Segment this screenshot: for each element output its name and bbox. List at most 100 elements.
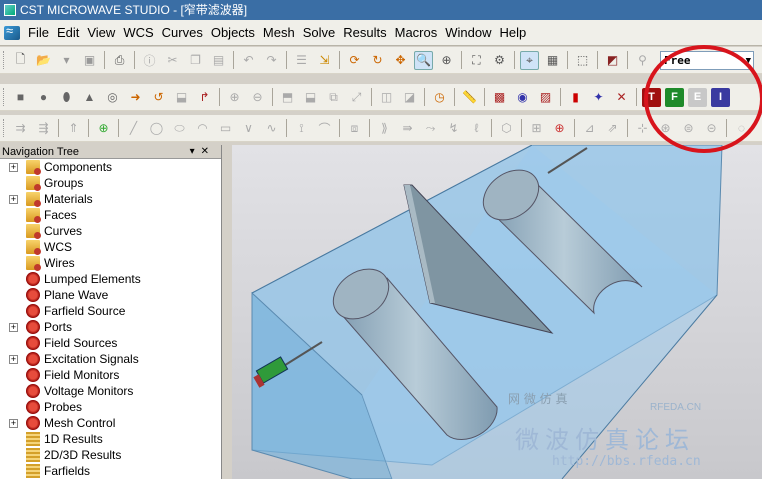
tree-item[interactable]: Groups — [0, 175, 221, 191]
mesh-props-icon[interactable]: ▨ — [536, 88, 555, 107]
boundary-icon[interactable]: ✕ — [612, 88, 631, 107]
ellipse-icon[interactable]: ⬭ — [170, 119, 189, 138]
tree-item[interactable]: Farfields — [0, 463, 221, 479]
app-menu-icon[interactable] — [4, 23, 20, 40]
add-material-icon[interactable]: ⊕ — [550, 119, 569, 138]
spin-icon[interactable]: ↻ — [368, 51, 387, 70]
tree-item[interactable]: Farfield Source — [0, 303, 221, 319]
tree-item[interactable]: 1D Results — [0, 431, 221, 447]
align-icon[interactable]: ⬓ — [301, 88, 320, 107]
disk-icon[interactable]: ▣ — [80, 51, 99, 70]
box-view-icon[interactable]: ⬚ — [573, 51, 592, 70]
history-icon[interactable]: ☰ — [292, 51, 311, 70]
scale-icon[interactable]: ⤢ — [347, 88, 366, 107]
close-icon[interactable]: ✕ — [201, 146, 215, 157]
transform-icon[interactable]: ⬒ — [278, 88, 297, 107]
rectangle-icon[interactable]: ▭ — [216, 119, 235, 138]
tree-item[interactable]: WCS — [0, 239, 221, 255]
tree-item[interactable]: Curves — [0, 223, 221, 239]
menu-curves[interactable]: Curves — [158, 23, 207, 42]
trace-icon[interactable]: ⟟ — [292, 119, 311, 138]
menu-edit[interactable]: Edit — [53, 23, 83, 42]
print-icon[interactable]: ⎙ — [110, 51, 129, 70]
rotate-icon[interactable]: ⟳ — [345, 51, 364, 70]
pick-icon[interactable]: ⌖ — [520, 50, 539, 70]
tree-item[interactable]: Plane Wave — [0, 287, 221, 303]
loft-icon[interactable]: ⬓ — [172, 88, 191, 107]
rotate-shape-icon[interactable]: ↺ — [149, 88, 168, 107]
open-folder-icon[interactable]: 📂 — [34, 51, 53, 70]
wire-arrow-icon[interactable]: ⇛ — [398, 119, 417, 138]
sphere-icon[interactable]: ● — [34, 88, 53, 107]
tree-item[interactable]: Faces — [0, 207, 221, 223]
zoom-icon[interactable]: 🔍 — [414, 50, 433, 70]
wcs-point-icon[interactable]: ⊝ — [702, 119, 721, 138]
tree-item[interactable]: Probes — [0, 399, 221, 415]
wcs-face-icon[interactable]: ⊜ — [679, 119, 698, 138]
expand-icon[interactable]: + — [9, 195, 18, 204]
new-file-icon[interactable]: 🗋 — [11, 51, 30, 70]
material-icon[interactable]: ◩ — [603, 51, 622, 70]
mesh-view-icon[interactable]: ▩ — [490, 88, 509, 107]
menu-solve[interactable]: Solve — [299, 23, 340, 42]
menu-help[interactable]: Help — [495, 23, 530, 42]
frequency-solver-icon[interactable]: F — [665, 87, 684, 107]
menu-window[interactable]: Window — [441, 23, 495, 42]
pan-icon[interactable]: ✥ — [391, 51, 410, 70]
pick-mode-icon[interactable]: ⚲ — [633, 51, 652, 70]
tree-item[interactable]: + Materials — [0, 191, 221, 207]
add-component-icon[interactable]: ⊞ — [527, 119, 546, 138]
wcs-align-icon[interactable]: ⊹ — [633, 119, 652, 138]
wcs-extra-icon[interactable]: ◌ — [732, 119, 751, 138]
boolean-add-icon[interactable]: ⊕ — [225, 88, 244, 107]
copy-icon[interactable]: ❐ — [186, 51, 205, 70]
clock-icon[interactable]: ◷ — [430, 88, 449, 107]
wcs-move-icon[interactable]: ⇗ — [603, 119, 622, 138]
bend-icon[interactable]: ↱ — [195, 88, 214, 107]
tree-item[interactable]: Field Sources — [0, 335, 221, 351]
boolean-sub-icon[interactable]: ⊖ — [248, 88, 267, 107]
wcs-rotate-icon[interactable]: ⊛ — [656, 119, 675, 138]
fit-view-icon[interactable]: ⛶ — [467, 51, 486, 70]
arc-icon[interactable]: ◠ — [193, 119, 212, 138]
zoom-plus-icon[interactable]: ⊕ — [437, 51, 456, 70]
curve-move-icon[interactable]: ⇶ — [34, 119, 53, 138]
expand-icon[interactable]: + — [9, 419, 18, 428]
tree-item[interactable]: + Excitation Signals — [0, 351, 221, 367]
view-settings-icon[interactable]: ⚙ — [490, 51, 509, 70]
port-icon[interactable]: ▮ — [566, 88, 585, 107]
torus-icon[interactable]: ◎ — [103, 88, 122, 107]
circle-icon[interactable]: ◯ — [147, 119, 166, 138]
extrude-icon[interactable]: ➜ — [126, 88, 145, 107]
new-curve-icon[interactable]: ⊕ — [94, 119, 113, 138]
tree-item[interactable]: + Components — [0, 159, 221, 175]
expand-icon[interactable]: + — [9, 355, 18, 364]
tree-item[interactable]: Field Monitors — [0, 367, 221, 383]
probe-icon[interactable]: ✦ — [589, 88, 608, 107]
menu-view[interactable]: View — [83, 23, 119, 42]
tree-item[interactable]: Wires — [0, 255, 221, 271]
line-icon[interactable]: ╱ — [124, 119, 143, 138]
redo-icon[interactable]: ↷ — [262, 51, 281, 70]
wire-bend-icon[interactable]: ↯ — [444, 119, 463, 138]
undo-icon[interactable]: ↶ — [239, 51, 258, 70]
eigenmode-solver-icon[interactable]: E — [688, 87, 707, 107]
save-icon[interactable]: ▾ — [57, 51, 76, 70]
curve-transform-icon[interactable]: ⇉ — [11, 119, 30, 138]
expand-icon[interactable]: + — [9, 163, 18, 172]
menu-file[interactable]: File — [24, 23, 53, 42]
ruler-icon[interactable]: 📏 — [460, 88, 479, 107]
menu-wcs[interactable]: WCS — [119, 23, 157, 42]
mode-select[interactable]: Free ▼ — [660, 50, 754, 70]
menu-macros[interactable]: Macros — [391, 23, 442, 42]
polyline-icon[interactable]: ∨ — [239, 119, 258, 138]
paste-icon[interactable]: ▤ — [209, 51, 228, 70]
pick-edge-icon[interactable]: ◪ — [400, 88, 419, 107]
splitter[interactable] — [222, 145, 232, 479]
tree-item[interactable]: Lumped Elements — [0, 271, 221, 287]
cube-icon[interactable]: ⬡ — [497, 119, 516, 138]
mirror-icon[interactable]: ⧉ — [324, 88, 343, 107]
face-curve-icon[interactable]: ⧈ — [345, 119, 364, 138]
tree-item[interactable]: Voltage Monitors — [0, 383, 221, 399]
menu-objects[interactable]: Objects — [207, 23, 259, 42]
